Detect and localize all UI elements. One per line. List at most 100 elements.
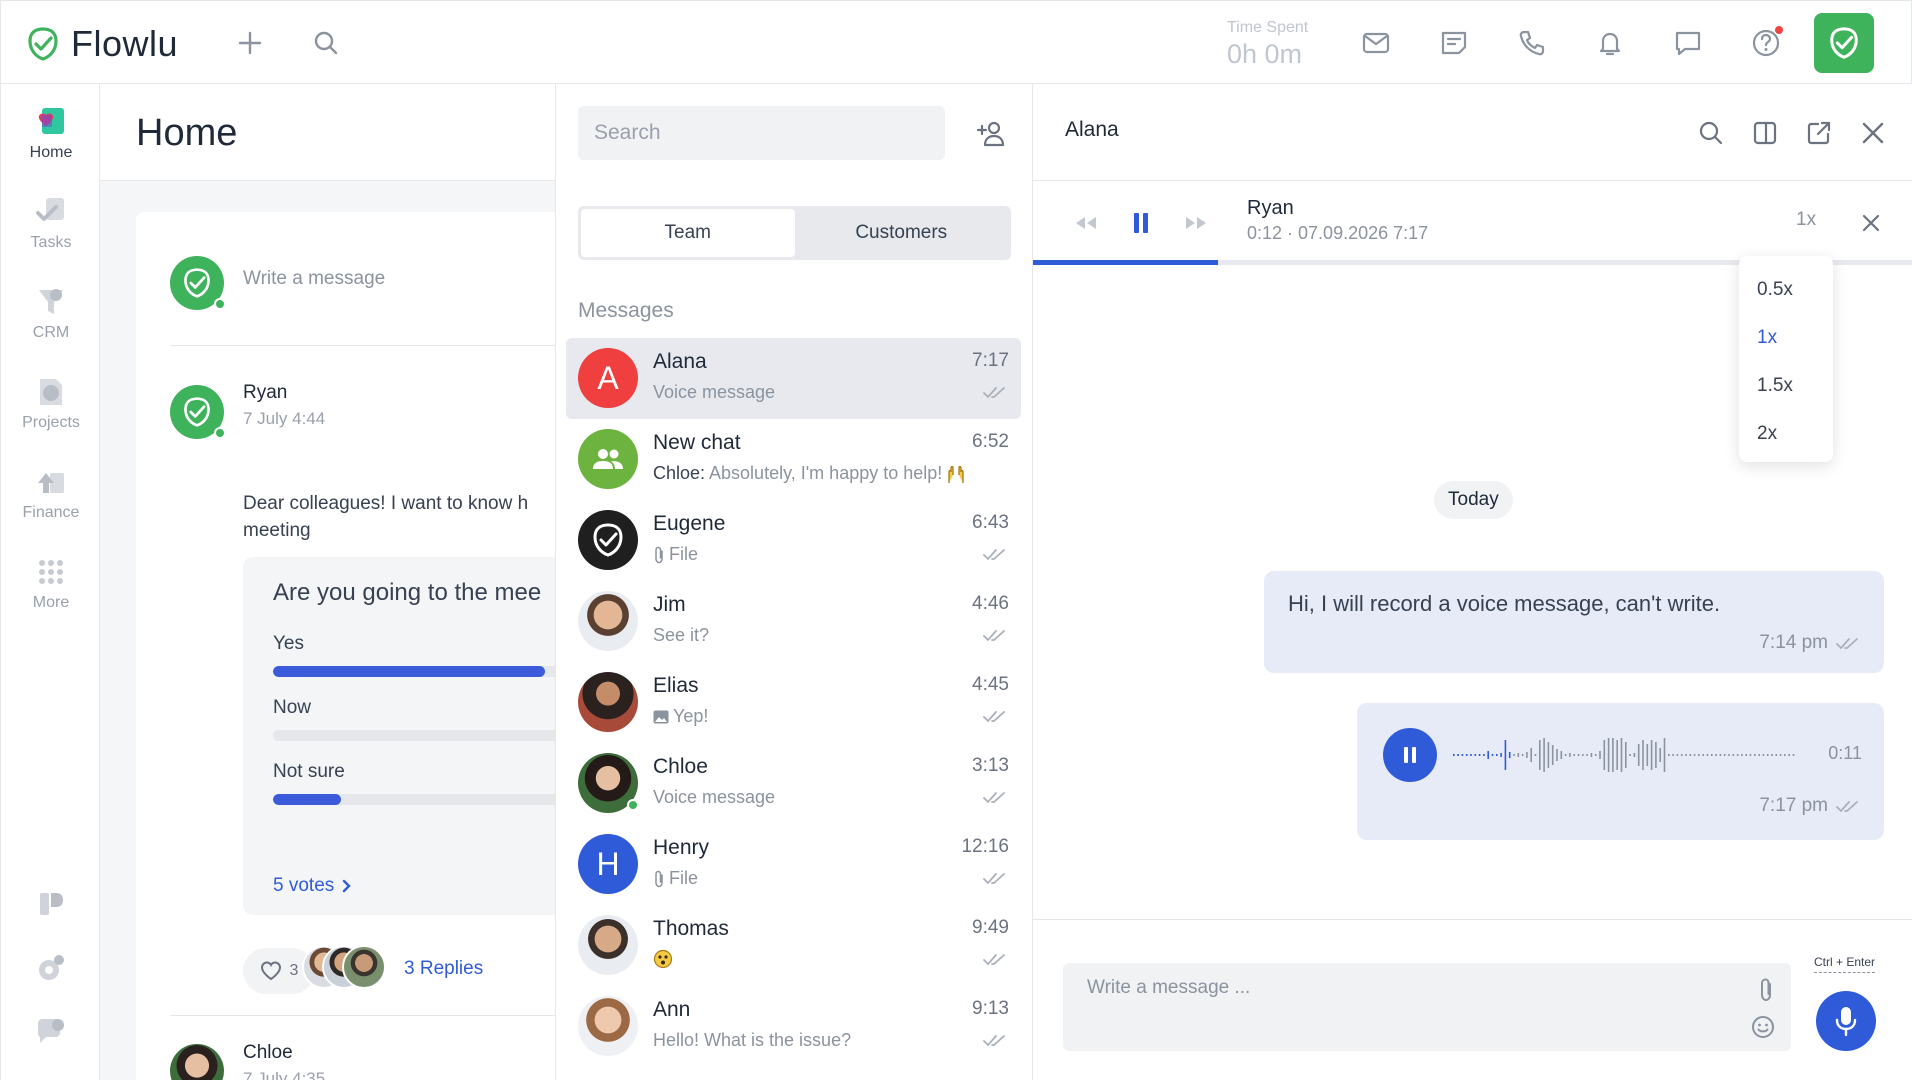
- nav-item-settings[interactable]: [1, 950, 101, 986]
- speed-option[interactable]: 1x: [1739, 314, 1833, 362]
- avatar[interactable]: [170, 1044, 224, 1080]
- post-author[interactable]: Ryan: [243, 382, 287, 404]
- votes-link[interactable]: 5 votes: [273, 875, 352, 897]
- chat-item-new-chat[interactable]: New chat Chloe: Absolutely, I'm happy to …: [566, 419, 1021, 500]
- waveform-bar: [1620, 738, 1623, 772]
- send-shortcut-hint[interactable]: Ctrl + Enter: [1814, 955, 1876, 973]
- search-icon[interactable]: [1694, 116, 1728, 150]
- waveform[interactable]: [1453, 733, 1798, 777]
- tab-customers[interactable]: Customers: [795, 209, 1009, 257]
- like-count: 3: [289, 962, 299, 979]
- speed-option[interactable]: 2x: [1739, 410, 1833, 458]
- waveform-bar: [1551, 745, 1554, 765]
- plus-icon[interactable]: [230, 23, 270, 63]
- waveform-bar: [1698, 754, 1700, 756]
- emoji-icon[interactable]: [1751, 1015, 1775, 1039]
- nav-item-projects[interactable]: Projects: [1, 374, 101, 432]
- mail-icon[interactable]: [1356, 23, 1396, 63]
- chat-item-chloe[interactable]: Chloe Voice message 3:13: [566, 743, 1021, 824]
- close-icon[interactable]: [1856, 116, 1890, 150]
- waveform-bar: [1470, 754, 1472, 756]
- group-icon: [591, 447, 625, 471]
- chat-search-input[interactable]: [594, 121, 929, 145]
- heart-icon: [260, 961, 282, 981]
- nav-item-crm[interactable]: CRM: [1, 284, 101, 342]
- phone-icon[interactable]: [1512, 23, 1552, 63]
- waveform-bar: [1680, 754, 1683, 756]
- chat-item-henry[interactable]: H Henry File 12:16: [566, 824, 1021, 905]
- player-meta: 0:12 · 07.09.2026 7:17: [1247, 223, 1429, 243]
- paperclip-icon[interactable]: [1757, 977, 1775, 1003]
- rewind-icon[interactable]: [1068, 205, 1104, 241]
- waveform-bar: [1543, 738, 1545, 772]
- notes-icon[interactable]: [1434, 23, 1474, 63]
- feed-write-message[interactable]: Write a message: [243, 268, 385, 290]
- nav-item-finance[interactable]: Finance: [1, 464, 101, 522]
- nav-item-apps[interactable]: [1, 886, 101, 922]
- avatar-letter: A: [597, 359, 619, 396]
- fast-forward-icon[interactable]: [1178, 205, 1214, 241]
- close-icon[interactable]: [1853, 205, 1889, 241]
- waveform-bar: [1496, 754, 1498, 756]
- help-icon[interactable]: [1746, 23, 1786, 63]
- time-spent[interactable]: Time Spent 0h 0m: [1227, 19, 1308, 70]
- waveform-bar: [1779, 754, 1782, 756]
- waveform-bar: [1723, 754, 1726, 756]
- flowlu-logo[interactable]: Flowlu: [25, 23, 178, 65]
- voice-pause-button[interactable]: [1383, 728, 1437, 782]
- poll-option[interactable]: Now: [273, 697, 311, 719]
- nav-item-home[interactable]: Home: [1, 104, 101, 162]
- activity-feed: Write a message Ryan 7 July 4:44 Dear co…: [136, 212, 555, 1080]
- chat-item-elias[interactable]: Elias Yep! 4:45: [566, 662, 1021, 743]
- chat-item-thomas[interactable]: Thomas 9:49: [566, 905, 1021, 986]
- poll-option[interactable]: Not sure: [273, 761, 345, 783]
- divider: [1033, 919, 1912, 920]
- nav-label: Finance: [22, 504, 80, 521]
- post-date: 7 July 4:44: [243, 409, 326, 428]
- chat-item-alana[interactable]: A Alana Voice message 7:17: [566, 338, 1021, 419]
- speed-option[interactable]: 0.5x: [1739, 266, 1833, 314]
- nav-item-tasks[interactable]: Tasks: [1, 194, 101, 252]
- chat-preview: Voice message: [653, 787, 775, 808]
- chat-time: 6:52: [972, 431, 1009, 452]
- waveform-bar: [1771, 754, 1773, 756]
- open-external-icon[interactable]: [1802, 116, 1836, 150]
- search-icon[interactable]: [306, 23, 346, 63]
- chat-item-ann[interactable]: Ann Hello! What is the issue? 9:13: [566, 986, 1021, 1067]
- waveform-bar: [1646, 744, 1649, 766]
- playback-speed-button[interactable]: 1x: [1796, 209, 1816, 231]
- chat-item-eugene[interactable]: Eugene File 6:43: [566, 500, 1021, 581]
- replies-link[interactable]: 3 Replies: [404, 958, 483, 980]
- voice-message-bubble[interactable]: 0:11 7:17 pm: [1357, 703, 1884, 840]
- record-voice-button[interactable]: [1816, 991, 1876, 1051]
- chat-search-field[interactable]: [578, 106, 945, 160]
- chat-item-jim[interactable]: Jim See it? 4:46: [566, 581, 1021, 662]
- tab-team[interactable]: Team: [581, 209, 795, 257]
- surprised-emoji-icon: [653, 949, 673, 969]
- nav-item-more[interactable]: More: [1, 554, 101, 612]
- waveform-bar: [1629, 754, 1631, 756]
- paperclip-icon: [653, 546, 665, 564]
- nav-item-support[interactable]: [1, 1014, 101, 1050]
- chat-preview-text: Yep!: [673, 706, 709, 726]
- home-panel: Home Write a message Ryan 7 July 4:44 De…: [100, 84, 555, 1080]
- add-user-button[interactable]: [971, 114, 1011, 154]
- waveform-bar: [1625, 742, 1627, 768]
- speed-option[interactable]: 1.5x: [1739, 362, 1833, 410]
- waveform-bar: [1655, 742, 1657, 768]
- bell-icon[interactable]: [1590, 23, 1630, 63]
- avatar: [578, 672, 638, 732]
- avatar[interactable]: [170, 385, 226, 439]
- waveform-bar: [1504, 740, 1507, 770]
- conversation-title: Alana: [1065, 118, 1119, 141]
- post-author[interactable]: Chloe: [243, 1042, 293, 1064]
- message-input[interactable]: [1063, 963, 1723, 1051]
- poll-option[interactable]: Yes: [273, 633, 304, 655]
- chat-icon[interactable]: [1668, 23, 1708, 63]
- pause-icon[interactable]: [1123, 205, 1159, 241]
- message-bubble[interactable]: Hi, I will record a voice message, can't…: [1264, 571, 1884, 673]
- side-panel-icon[interactable]: [1748, 116, 1782, 150]
- flowlu-check-button[interactable]: [1814, 13, 1874, 73]
- top-bar: Flowlu Time Spent 0h 0m: [0, 0, 1912, 84]
- waveform-bar: [1607, 738, 1610, 772]
